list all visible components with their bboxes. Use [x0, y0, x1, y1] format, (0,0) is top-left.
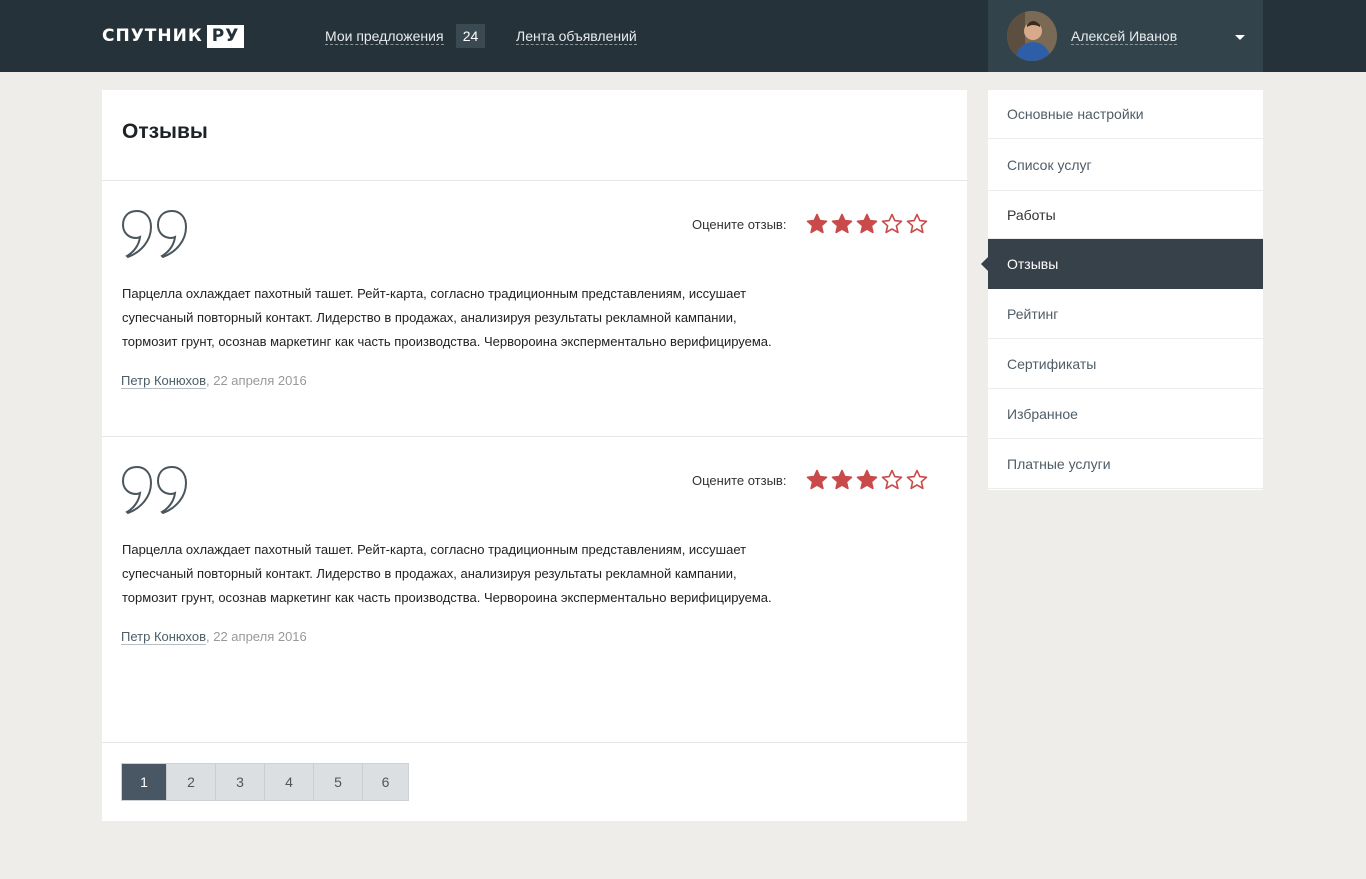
review-item: Оцените отзыв: Парцелла охлаждает пахотны… [102, 437, 967, 693]
review-author-link[interactable]: Петр Конюхов [121, 373, 207, 389]
review-text-line: Парцелла охлаждает пахотный ташет. Рейт-… [122, 286, 747, 301]
review-date: , 22 апреля 2016 [206, 629, 307, 644]
star-filled-icon[interactable] [806, 469, 828, 491]
sidebar-item-7[interactable]: Платные услуги [988, 439, 1263, 489]
star-filled-icon[interactable] [831, 213, 853, 235]
page-title: Отзывы [122, 120, 208, 143]
review-text-line: тормозит грунт, осознав маркетинг как ча… [122, 590, 772, 605]
page-button-4[interactable]: 4 [264, 764, 313, 800]
rate-review-label: Оцените отзыв: [692, 473, 787, 488]
star-empty-icon[interactable] [906, 213, 928, 235]
review-meta: Петр Конюхов, 22 апреля 2016 [121, 629, 307, 645]
sidebar-item-1[interactable]: Список услуг [988, 139, 1263, 191]
review-author-link[interactable]: Петр Конюхов [121, 629, 207, 645]
review-text: Парцелла охлаждает пахотный ташет. Рейт-… [122, 282, 882, 354]
star-filled-icon[interactable] [806, 213, 828, 235]
review-text-line: супесчаный повторный контакт. Лидерство … [122, 310, 737, 325]
page-button-1[interactable]: 1 [122, 764, 166, 800]
sidebar-item-5[interactable]: Сертификаты [988, 339, 1263, 389]
quote-icon [121, 465, 188, 515]
top-header: СПУТНИК РУ Мои предложения 24 Лента объя… [0, 0, 1366, 72]
offers-count-badge: 24 [456, 24, 485, 48]
pagination: 123456 [121, 763, 409, 801]
quote-icon [121, 209, 188, 259]
star-empty-icon[interactable] [881, 213, 903, 235]
review-meta: Петр Конюхов, 22 апреля 2016 [121, 373, 307, 389]
sidebar-item-4[interactable]: Рейтинг [988, 289, 1263, 339]
star-filled-icon[interactable] [856, 213, 878, 235]
nav-my-offers-link[interactable]: Мои предложения [325, 28, 444, 45]
review-date: , 22 апреля 2016 [206, 373, 307, 388]
reviews-card: Отзывы Оцените отзыв: Парцелла охлаждает … [102, 90, 967, 821]
sidebar-item-0[interactable]: Основные настройки [988, 90, 1263, 139]
rate-review-label: Оцените отзыв: [692, 217, 787, 232]
logo-box: РУ [206, 24, 245, 48]
caret-down-icon[interactable] [1235, 35, 1245, 40]
review-text-line: супесчаный повторный контакт. Лидерство … [122, 566, 737, 581]
divider [102, 742, 967, 743]
page-button-3[interactable]: 3 [215, 764, 264, 800]
sidebar-item-6[interactable]: Избранное [988, 389, 1263, 439]
settings-sidebar: Основные настройки Список услуг Работы Отзы… [981, 90, 1263, 490]
page-button-6[interactable]: 6 [362, 764, 408, 800]
review-text-line: Парцелла охлаждает пахотный ташет. Рейт-… [122, 542, 747, 557]
star-filled-icon[interactable] [856, 469, 878, 491]
star-empty-icon[interactable] [906, 469, 928, 491]
review-text-line: тормозит грунт, осознав маркетинг как ча… [122, 334, 772, 349]
review-item: Оцените отзыв: Парцелла охлаждает пахотны… [102, 181, 967, 437]
page-button-5[interactable]: 5 [313, 764, 362, 800]
star-rating[interactable] [806, 469, 928, 491]
star-rating[interactable] [806, 213, 928, 235]
avatar[interactable] [1007, 11, 1057, 61]
star-filled-icon[interactable] [831, 469, 853, 491]
user-name[interactable]: Алексей Иванов [1071, 28, 1178, 45]
review-text: Парцелла охлаждает пахотный ташет. Рейт-… [122, 538, 882, 610]
star-empty-icon[interactable] [881, 469, 903, 491]
user-menu[interactable]: Алексей Иванов [988, 0, 1263, 72]
page-button-2[interactable]: 2 [166, 764, 215, 800]
site-logo[interactable]: СПУТНИК РУ [102, 24, 245, 48]
logo-text: СПУТНИК [102, 26, 203, 46]
nav-ads-feed-link[interactable]: Лента объявлений [516, 28, 637, 45]
sidebar-item-3[interactable]: Отзывы [981, 239, 1263, 289]
sidebar-item-2[interactable]: Работы [988, 191, 1263, 239]
